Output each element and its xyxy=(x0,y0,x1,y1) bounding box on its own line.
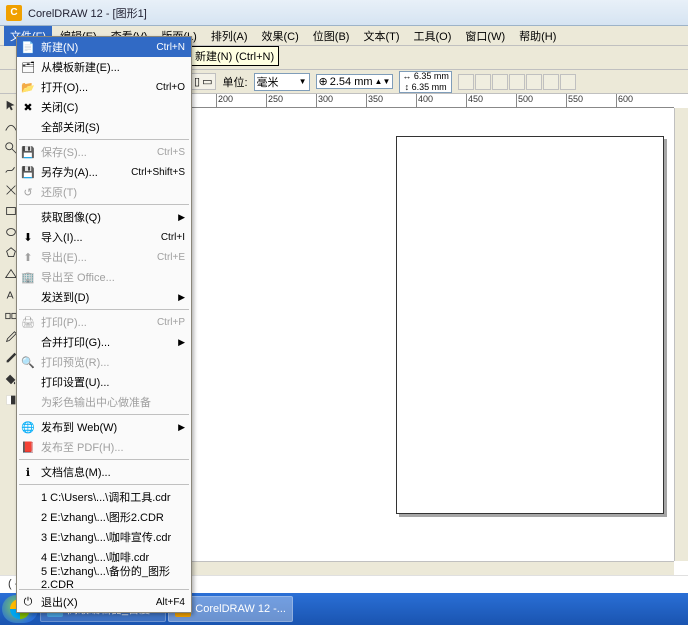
snap-btn-1[interactable] xyxy=(458,74,474,90)
revert-icon: ↺ xyxy=(20,184,36,200)
app-logo-icon: C xyxy=(6,5,22,21)
menu-item-close[interactable]: ✖关闭(C) xyxy=(17,97,191,117)
menu-arrange[interactable]: 排列(A) xyxy=(205,26,254,46)
svg-text:A: A xyxy=(6,290,13,302)
menu-item-recent-5[interactable]: 5 E:\zhang\...\备份的_图形2.CDR xyxy=(17,567,191,587)
print-icon: 🖨 xyxy=(20,314,36,330)
snap-buttons xyxy=(458,74,576,90)
tooltip-new: 新建(N) (Ctrl+N) xyxy=(190,46,279,66)
snap-btn-2[interactable] xyxy=(475,74,491,90)
menu-item-save-as[interactable]: 💾另存为(A)...Ctrl+Shift+S xyxy=(17,162,191,182)
menu-item-print-preview: 🔍打印预览(R)... xyxy=(17,352,191,372)
menu-item-close-all[interactable]: 全部关闭(S) xyxy=(17,117,191,137)
menu-item-export-office: 🏢导出至 Office... xyxy=(17,267,191,287)
open-icon: 📂 xyxy=(20,79,36,95)
menu-item-recent-3[interactable]: 3 E:\zhang\...\咖啡宣传.cdr xyxy=(17,527,191,547)
vertical-scrollbar[interactable] xyxy=(674,108,688,561)
dup-x-icon: ↔ xyxy=(402,71,411,81)
nudge-value: 2.54 mm xyxy=(330,76,373,88)
landscape-icon: ▭ xyxy=(202,75,212,88)
menu-item-doc-info[interactable]: ℹ文档信息(M)... xyxy=(17,462,191,482)
menu-item-acquire[interactable]: 获取图像(Q)▶ xyxy=(17,207,191,227)
template-icon: 🗂 xyxy=(20,59,36,75)
dup-y-icon: ↕ xyxy=(405,82,410,92)
menu-item-save: 💾保存(S)...Ctrl+S xyxy=(17,142,191,162)
menu-bitmap[interactable]: 位图(B) xyxy=(307,26,356,46)
menu-item-publish-web[interactable]: 🌐发布到 Web(W)▶ xyxy=(17,417,191,437)
import-icon: ⬇ xyxy=(20,229,36,245)
web-icon: 🌐 xyxy=(20,419,36,435)
menu-item-print: 🖨打印(P)...Ctrl+P xyxy=(17,312,191,332)
nudge-icon: ⊕ xyxy=(319,75,328,88)
menu-tools[interactable]: 工具(O) xyxy=(408,26,458,46)
snap-btn-3[interactable] xyxy=(492,74,508,90)
menu-help[interactable]: 帮助(H) xyxy=(513,26,562,46)
menu-item-exit[interactable]: ⏻退出(X)Alt+F4 xyxy=(17,592,191,612)
info-icon: ℹ xyxy=(20,464,36,480)
exit-icon: ⏻ xyxy=(20,594,36,610)
menu-window[interactable]: 窗口(W) xyxy=(459,26,511,46)
page-rect xyxy=(396,136,664,514)
export-icon: ⬆ xyxy=(20,249,36,265)
menu-item-revert: ↺还原(T) xyxy=(17,182,191,202)
menu-effects[interactable]: 效果(C) xyxy=(256,26,305,46)
duplicate-offset[interactable]: ↔ 6.35 mm ↕ 6.35 mm xyxy=(399,71,452,93)
dropdown-arrow-icon: ▼ xyxy=(299,77,307,86)
save-icon: 💾 xyxy=(20,144,36,160)
snap-btn-4[interactable] xyxy=(509,74,525,90)
pdf-icon: 📕 xyxy=(20,439,36,455)
saveas-icon: 💾 xyxy=(20,164,36,180)
office-icon: 🏢 xyxy=(20,269,36,285)
portrait-icon: ▯ xyxy=(194,75,200,88)
menu-item-open[interactable]: 📂打开(O)...Ctrl+O xyxy=(17,77,191,97)
page-orient-group[interactable]: ▯ ▭ xyxy=(190,73,216,90)
titlebar: C CorelDRAW 12 - [图形1] xyxy=(0,0,688,26)
menu-item-import[interactable]: ⬇导入(I)...Ctrl+I xyxy=(17,227,191,247)
menu-item-recent-1[interactable]: 1 C:\Users\...\调和工具.cdr xyxy=(17,487,191,507)
new-icon: 📄 xyxy=(20,39,36,55)
snap-btn-6[interactable] xyxy=(543,74,559,90)
nudge-spin[interactable]: ⊕ 2.54 mm ▲▼ xyxy=(316,74,394,89)
preview-icon: 🔍 xyxy=(20,354,36,370)
menu-item-publish-pdf: 📕发布至 PDF(H)... xyxy=(17,437,191,457)
close-icon: ✖ xyxy=(20,99,36,115)
menu-item-new[interactable]: 📄新建(N)Ctrl+N xyxy=(17,37,191,57)
menu-item-merge-print[interactable]: 合并打印(G)...▶ xyxy=(17,332,191,352)
menu-item-prepress: 为彩色输出中心做准备 xyxy=(17,392,191,412)
file-menu-dropdown: 📄新建(N)Ctrl+N 🗂从模板新建(E)... 📂打开(O)...Ctrl+… xyxy=(16,36,192,613)
units-value: 毫米 xyxy=(257,74,279,90)
menu-item-export: ⬆导出(E)...Ctrl+E xyxy=(17,247,191,267)
menu-item-new-template[interactable]: 🗂从模板新建(E)... xyxy=(17,57,191,77)
menu-item-print-setup[interactable]: 打印设置(U)... xyxy=(17,372,191,392)
snap-btn-7[interactable] xyxy=(560,74,576,90)
units-combo[interactable]: 毫米 ▼ xyxy=(254,73,310,91)
snap-btn-5[interactable] xyxy=(526,74,542,90)
units-label: 单位: xyxy=(222,74,247,90)
menu-text[interactable]: 文本(T) xyxy=(357,26,405,46)
menu-item-recent-2[interactable]: 2 E:\zhang\...\图形2.CDR xyxy=(17,507,191,527)
window-title: CorelDRAW 12 - [图形1] xyxy=(28,5,147,21)
menu-item-send-to[interactable]: 发送到(D)▶ xyxy=(17,287,191,307)
